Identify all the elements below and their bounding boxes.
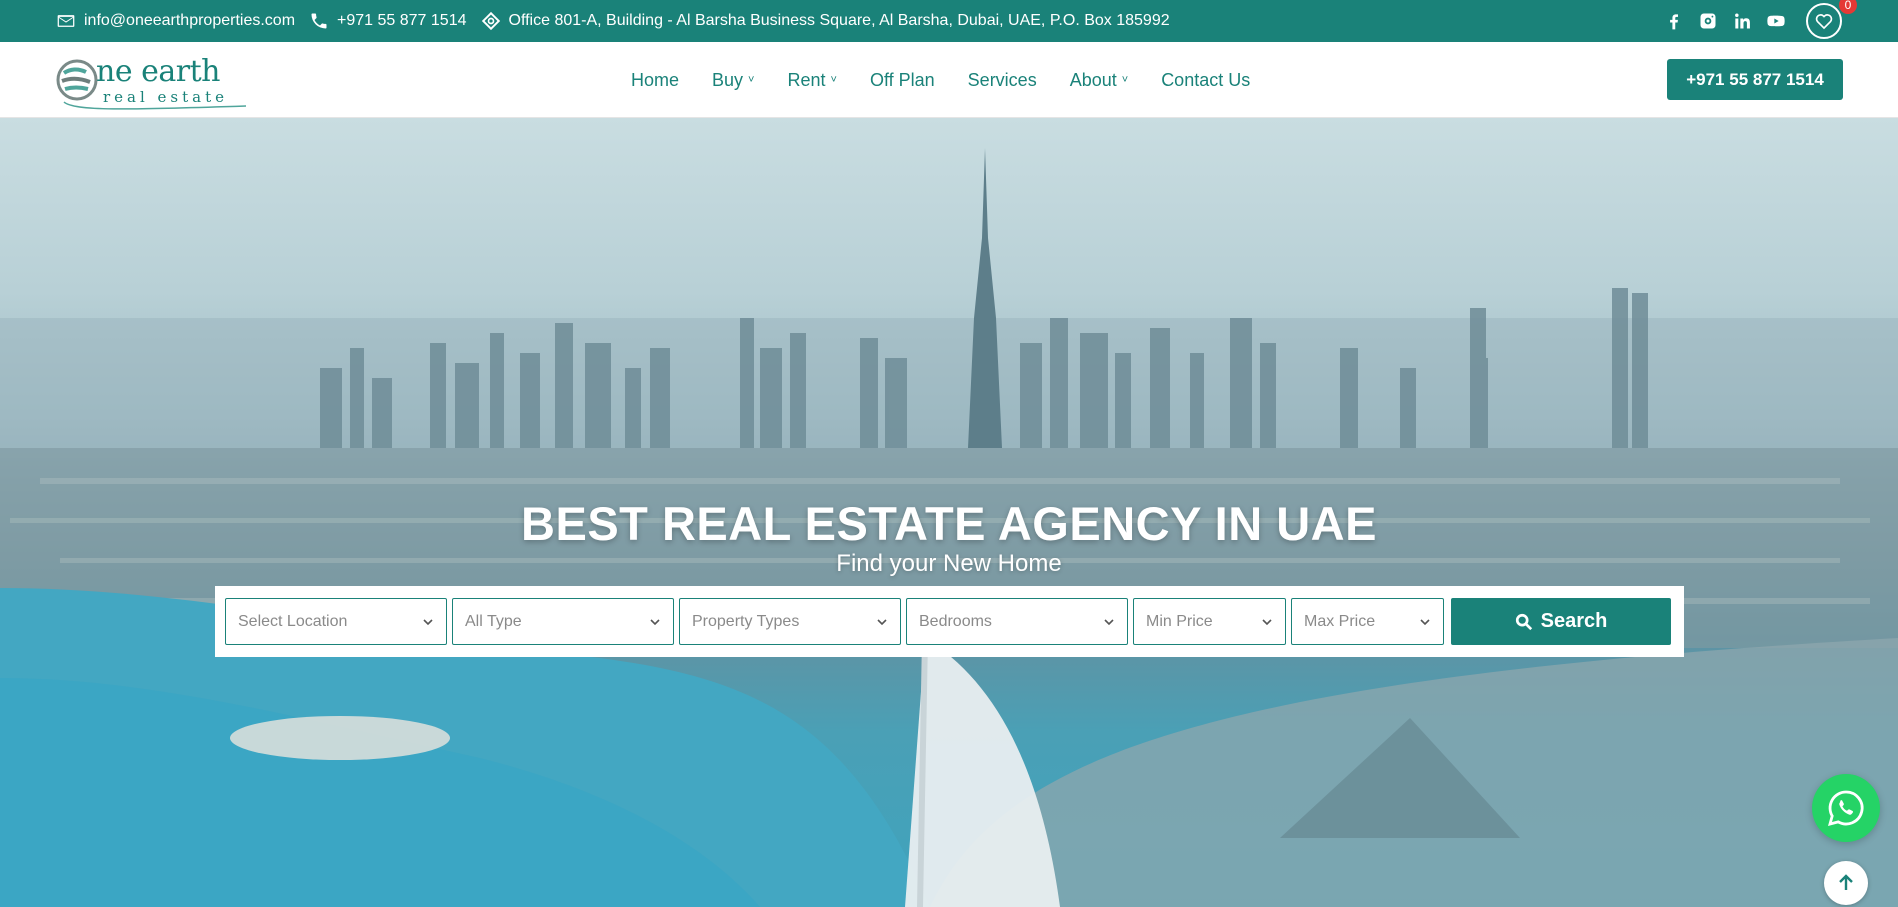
max-price-select[interactable]: Max Price bbox=[1291, 598, 1444, 645]
linkedin-icon[interactable] bbox=[1732, 11, 1752, 31]
nav-rent[interactable]: Rent ˅ bbox=[787, 70, 836, 91]
nav-contact-us[interactable]: Contact Us bbox=[1161, 70, 1250, 91]
globe-logo-icon bbox=[56, 59, 98, 100]
arrow-up-icon bbox=[1839, 874, 1853, 890]
chevron-down-icon: ˅ bbox=[830, 74, 837, 86]
phone-link[interactable]: +971 55 877 1514 bbox=[309, 11, 467, 31]
type-select[interactable]: All Type bbox=[452, 598, 674, 645]
hero-title: BEST REAL ESTATE AGENCY IN UAE bbox=[521, 497, 1377, 550]
property-search-form: Select Location All Type Property Types … bbox=[215, 586, 1684, 657]
email-text: info@oneearthproperties.com bbox=[84, 12, 296, 29]
location-select[interactable]: Select Location bbox=[225, 598, 447, 645]
hero-section: BEST REAL ESTATE AGENCY IN UAE Find your… bbox=[0, 118, 1898, 907]
chevron-down-icon: ˅ bbox=[748, 74, 755, 86]
heart-icon bbox=[1815, 14, 1833, 30]
address-text: Office 801-A, Building - Al Barsha Busin… bbox=[508, 12, 1170, 29]
nav-buy[interactable]: Buy ˅ bbox=[712, 70, 754, 91]
address-link[interactable]: Office 801-A, Building - Al Barsha Busin… bbox=[481, 11, 1170, 31]
wishlist-button[interactable]: 0 bbox=[1806, 0, 1857, 39]
phone-text: +971 55 877 1514 bbox=[337, 12, 467, 29]
hero-subtitle: Find your New Home bbox=[836, 550, 1062, 577]
mail-icon bbox=[57, 15, 75, 27]
logo-wordmark: ne earth bbox=[96, 53, 220, 89]
nav-services[interactable]: Services bbox=[968, 70, 1037, 91]
main-navbar: ne earth real estate Home Buy ˅ Rent ˅ Off… bbox=[0, 42, 1898, 118]
min-price-select[interactable]: Min Price bbox=[1133, 598, 1286, 645]
nav-off-plan[interactable]: Off Plan bbox=[870, 70, 935, 91]
wishlist-count-badge: 0 bbox=[1839, 0, 1857, 14]
email-link[interactable]: info@oneearthproperties.com bbox=[56, 11, 295, 31]
bedrooms-select[interactable]: Bedrooms bbox=[906, 598, 1128, 645]
nav-about[interactable]: About ˅ bbox=[1070, 70, 1128, 91]
nav-menu: Home Buy ˅ Rent ˅ Off Plan Services About ˅… bbox=[631, 42, 1250, 118]
whatsapp-chat-button[interactable] bbox=[1812, 774, 1880, 842]
instagram-icon[interactable] bbox=[1698, 11, 1718, 31]
chevron-down-icon bbox=[1262, 618, 1272, 625]
site-logo[interactable]: ne earth real estate bbox=[56, 50, 247, 110]
search-icon bbox=[1515, 613, 1532, 630]
nav-home[interactable]: Home bbox=[631, 70, 679, 91]
chevron-down-icon: ˅ bbox=[1121, 74, 1129, 86]
chevron-down-icon bbox=[1420, 618, 1430, 625]
whatsapp-icon bbox=[1828, 790, 1864, 826]
top-bar: info@oneearthproperties.com +971 55 877 … bbox=[0, 0, 1898, 42]
chevron-down-icon bbox=[650, 618, 660, 625]
facebook-icon[interactable] bbox=[1664, 11, 1684, 31]
social-links: 0 bbox=[1664, 0, 1857, 39]
search-button[interactable]: Search bbox=[1451, 598, 1671, 645]
youtube-icon[interactable] bbox=[1766, 11, 1786, 31]
chevron-down-icon bbox=[423, 618, 433, 625]
chevron-down-icon bbox=[877, 618, 887, 625]
location-icon bbox=[481, 11, 500, 31]
logo-swoosh bbox=[63, 100, 247, 110]
contact-info: info@oneearthproperties.com +971 55 877 … bbox=[56, 11, 1170, 31]
phone-icon bbox=[311, 13, 327, 29]
scroll-to-top-button[interactable] bbox=[1824, 861, 1868, 905]
property-types-select[interactable]: Property Types bbox=[679, 598, 901, 645]
chevron-down-icon bbox=[1104, 618, 1114, 625]
call-button[interactable]: +971 55 877 1514 bbox=[1667, 59, 1843, 100]
